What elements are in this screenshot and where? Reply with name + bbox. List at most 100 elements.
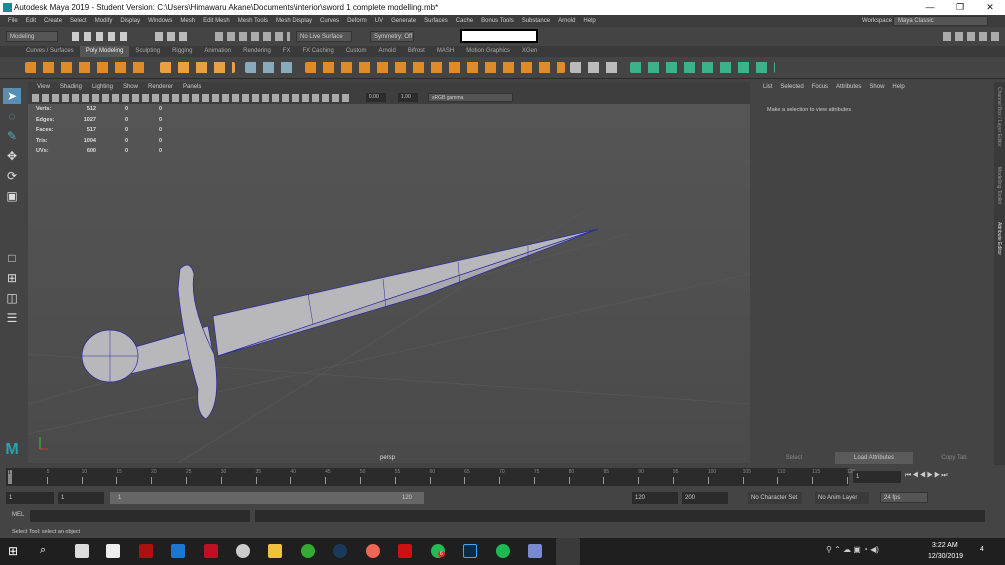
menu-generate[interactable]: Generate (387, 15, 420, 27)
scale-tool-icon[interactable]: ▣ (3, 188, 21, 204)
poly-edit-icons[interactable] (305, 62, 565, 73)
steam-icon[interactable] (333, 544, 347, 558)
viewport-persp[interactable]: View Shading Lighting Show Renderer Panels 0.… (28, 82, 750, 463)
minimize-button[interactable]: — (915, 0, 945, 15)
menu-edit-mesh[interactable]: Edit Mesh (199, 15, 234, 27)
shelf-tab[interactable]: Motion Graphics (460, 46, 516, 57)
sword-model[interactable]: persp (28, 104, 750, 463)
menu-arnold[interactable]: Arnold (554, 15, 579, 27)
mel-label[interactable]: MEL (12, 512, 24, 518)
menu-curves[interactable]: Curves (316, 15, 343, 27)
layout-icons[interactable] (943, 32, 1001, 41)
playback-end-field[interactable]: 120 (632, 492, 678, 504)
mel-input[interactable] (30, 510, 250, 522)
copy-tab-button[interactable]: Copy Tab (915, 452, 993, 464)
colorspace-select[interactable]: sRGB gamma (428, 93, 513, 102)
menu-edit[interactable]: Edit (22, 15, 40, 27)
single-view-icon[interactable]: □ (3, 250, 21, 266)
current-frame-field[interactable]: 1 (853, 471, 901, 483)
shelf-tab[interactable]: Rigging (166, 46, 198, 57)
store-icon[interactable] (106, 544, 120, 558)
uv-icons[interactable] (245, 62, 295, 73)
tray-icons[interactable]: ⚲ ⌃ ☁ ▣ ◔ ◀) (826, 545, 926, 555)
whatsapp-icon[interactable]: 6 (431, 544, 445, 558)
symmetry-select[interactable]: Symmetry: Off (370, 31, 414, 42)
photoshop-icon[interactable] (463, 544, 477, 558)
tab-channel-box[interactable]: Channel Box / Layer Editor (996, 87, 1002, 147)
gamma-field[interactable]: 1.00 (398, 93, 418, 102)
workspace-select[interactable]: Maya Classic (893, 16, 988, 26)
menu-mesh-display[interactable]: Mesh Display (272, 15, 316, 27)
app-icon[interactable] (204, 544, 218, 558)
menu-mesh-tools[interactable]: Mesh Tools (234, 15, 272, 27)
ae-menu-show[interactable]: Show (865, 84, 888, 90)
end-time-field[interactable]: 200 (682, 492, 728, 504)
tab-modelling-toolkit[interactable]: Modelling Toolkit (996, 167, 1002, 204)
shelf-tab[interactable]: Arnold (373, 46, 402, 57)
mode-select[interactable]: Modeling (6, 31, 58, 42)
discord-icon[interactable] (528, 544, 542, 558)
ae-menu-attributes[interactable]: Attributes (832, 84, 865, 90)
ae-menu-selected[interactable]: Selected (776, 84, 807, 90)
panel-tool-icons[interactable] (32, 94, 352, 102)
load-attributes-button[interactable]: Load Attributes (835, 452, 913, 464)
ae-menu-focus[interactable]: Focus (808, 84, 832, 90)
start-time-field[interactable]: 1 (6, 492, 54, 504)
explorer-icon[interactable] (268, 544, 282, 558)
rotate-tool-icon[interactable]: ⟳ (3, 168, 21, 184)
shelf-tab[interactable]: Custom (340, 46, 373, 57)
file-icons[interactable] (72, 32, 132, 41)
tab-attribute-editor[interactable]: Attribute Editor (996, 222, 1002, 255)
vp-menu-panels[interactable]: Panels (178, 82, 206, 92)
fps-select[interactable]: 24 fps (880, 492, 928, 503)
close-button[interactable]: ✕ (975, 0, 1005, 15)
four-view-icon[interactable]: ⊞ (3, 270, 21, 286)
acrobat-icon[interactable] (398, 544, 412, 558)
playback-start-field[interactable]: 1 (58, 492, 104, 504)
lasso-tool-icon[interactable]: ◌ (3, 108, 21, 124)
poly-create-icons[interactable] (160, 62, 235, 73)
menu-create[interactable]: Create (40, 15, 66, 27)
playback-controls[interactable]: ⏮◀◀▶▶⏭ (905, 472, 1000, 481)
menu-mesh[interactable]: Mesh (176, 15, 199, 27)
maya-taskbar-icon[interactable] (556, 538, 580, 565)
shelf-tab[interactable]: Rendering (237, 46, 277, 57)
origin-icon[interactable] (366, 544, 380, 558)
menu-uv[interactable]: UV (371, 15, 387, 27)
menu-cache[interactable]: Cache (452, 15, 477, 27)
shelf-tab[interactable]: FX Caching (296, 46, 339, 57)
command-input[interactable] (460, 29, 538, 43)
cloud-icon[interactable] (236, 544, 250, 558)
vp-menu-lighting[interactable]: Lighting (87, 82, 118, 92)
notifications-icon[interactable]: 4 (980, 546, 984, 553)
exposure-field[interactable]: 0.00 (366, 93, 386, 102)
vp-menu-shading[interactable]: Shading (55, 82, 87, 92)
shelf-tab[interactable]: Sculpting (129, 46, 166, 57)
vp-menu-view[interactable]: View (32, 82, 55, 92)
menu-help[interactable]: Help (579, 15, 599, 27)
menu-surfaces[interactable]: Surfaces (420, 15, 452, 27)
spotify-icon[interactable] (496, 544, 510, 558)
modify-icons[interactable] (630, 62, 775, 73)
selection-mask-icons[interactable] (155, 32, 189, 41)
menu-windows[interactable]: Windows (144, 15, 176, 27)
menu-substance[interactable]: Substance (518, 15, 554, 27)
clock-date[interactable]: 12/30/2019 (928, 553, 963, 560)
select-button[interactable]: Select (755, 452, 833, 464)
maximize-button[interactable]: ❐ (945, 0, 975, 15)
search-icon[interactable]: ⌕ (40, 544, 54, 558)
start-icon[interactable]: ⊞ (8, 544, 22, 558)
app-icon[interactable] (139, 544, 153, 558)
shelf-tab-active[interactable]: Poly Modeling (79, 46, 130, 57)
menu-deform[interactable]: Deform (343, 15, 371, 27)
menu-file[interactable]: File (4, 15, 22, 27)
outliner-icon[interactable]: ☰ (3, 310, 21, 326)
move-tool-icon[interactable]: ✥ (3, 148, 21, 164)
poly-primitive-icons[interactable] (25, 62, 150, 73)
anim-layer-select[interactable]: No Anim Layer (815, 492, 869, 504)
edge-icon[interactable] (171, 544, 185, 558)
shelf-tab[interactable]: XGen (516, 46, 543, 57)
vp-menu-renderer[interactable]: Renderer (143, 82, 178, 92)
chrome-icon[interactable] (301, 544, 315, 558)
ae-menu-list[interactable]: List (759, 84, 776, 90)
